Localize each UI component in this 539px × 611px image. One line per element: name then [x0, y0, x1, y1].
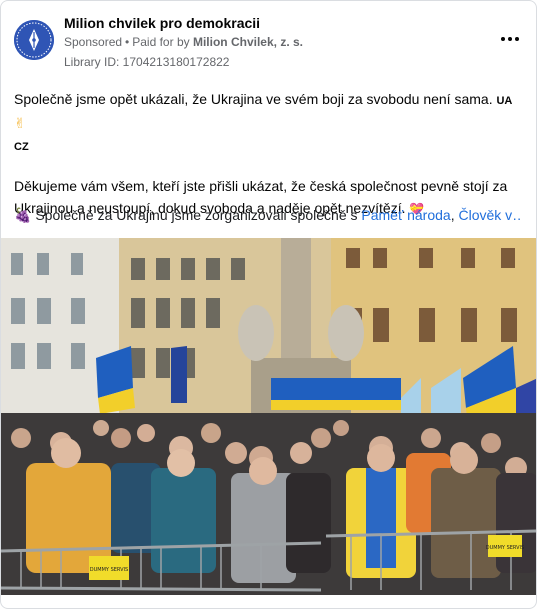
- victory-hand-icon: ✌: [14, 115, 26, 131]
- ad-card: Milion chvilek pro demokracii Sponsored •…: [0, 0, 537, 609]
- link-clovek-v-tisni[interactable]: Člověk v…: [458, 207, 522, 223]
- rally-photo-image[interactable]: DUMMY SERVIS DUMMY SERVIS: [1, 238, 536, 595]
- pen-nib-logo-icon: [14, 20, 54, 60]
- post-line-1: Společně jsme opět ukázali, že Ukrajina …: [14, 91, 493, 107]
- more-options-icon[interactable]: [500, 29, 520, 49]
- paid-for-by-name[interactable]: Milion Chvilek, z. s.: [193, 35, 303, 49]
- link-pamet-naroda[interactable]: Paměť národa: [361, 207, 450, 223]
- meta-separator: •: [125, 35, 130, 49]
- sponsored-label: Sponsored: [64, 35, 123, 49]
- ad-meta: Sponsored • Paid for by Milion Chvilek, z.…: [64, 35, 303, 49]
- grapes-icon: 🍇: [14, 207, 32, 223]
- post-paragraph-3: 🍇 Společně za Ukrajinu jsme zorganizoval…: [14, 207, 522, 224]
- rally-photo-svg: DUMMY SERVIS DUMMY SERVIS: [1, 238, 536, 595]
- link-separator: ,: [450, 207, 455, 223]
- library-id: Library ID: 1704213180172822: [64, 55, 230, 69]
- post-paragraph-1: Společně jsme opět ukázali, že Ukrajina …: [14, 88, 522, 158]
- barrier-sign-right: DUMMY SERVIS: [486, 545, 524, 551]
- ua-flag-tag: UA: [496, 95, 513, 107]
- page-avatar[interactable]: [14, 20, 54, 60]
- barrier-sign-left: DUMMY SERVIS: [90, 567, 128, 573]
- ad-header: Milion chvilek pro demokracii Sponsored •…: [1, 1, 536, 81]
- cz-flag-tag: CZ: [14, 141, 29, 153]
- post-text: Společně jsme opět ukázali, že Ukrajina …: [14, 88, 522, 220]
- post-line-3-prefix: Společně za Ukrajinu jsme zorganizovali …: [35, 207, 358, 223]
- paid-for-by-label: Paid for by: [132, 35, 190, 49]
- page-name[interactable]: Milion chvilek pro demokracii: [64, 15, 260, 31]
